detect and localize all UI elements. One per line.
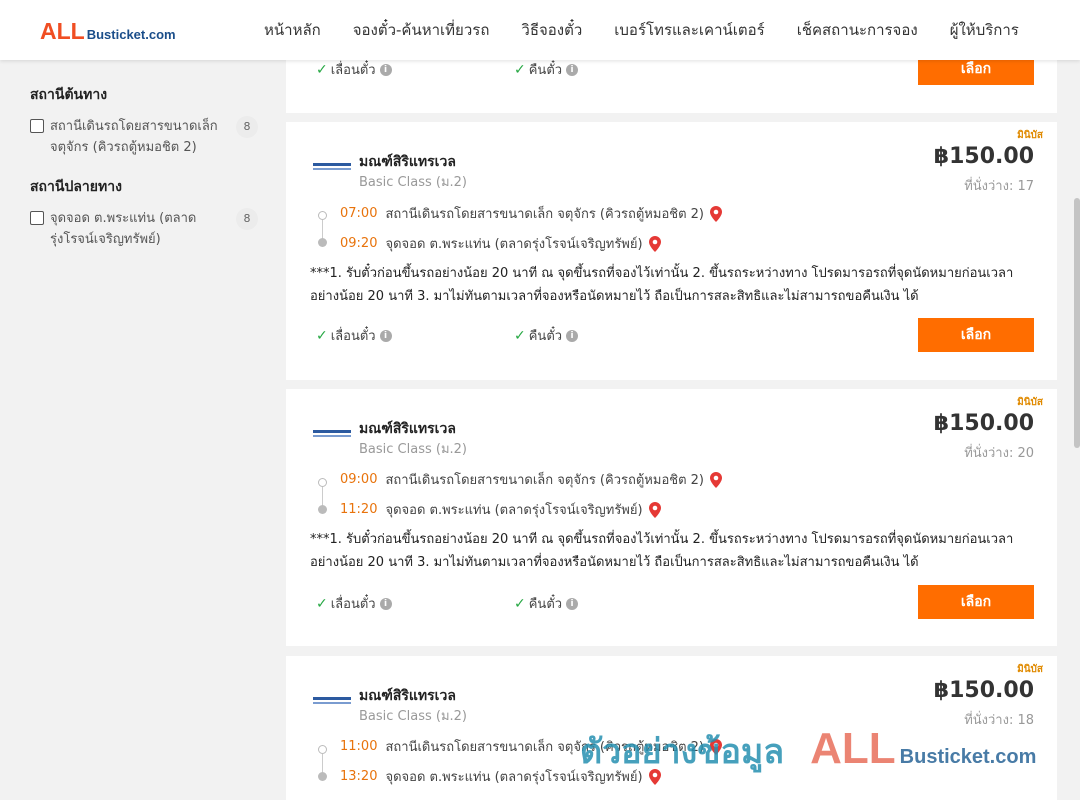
arrival-time: 09:20	[340, 236, 378, 251]
feature-refund-label: คืนตั๋ว	[528, 329, 563, 344]
nav-phone-counter[interactable]: เบอร์โทรและเคาน์เตอร์	[614, 18, 764, 42]
feature-refund: ✓ คืนตั๋ว i	[514, 593, 712, 614]
map-pin-icon[interactable]	[710, 205, 722, 222]
check-icon: ✓	[514, 595, 526, 612]
trip-features: ✓ เลื่อนตั๋ว i ✓ คืนตั๋ว i	[316, 59, 712, 80]
select-trip-button[interactable]: เลือก	[918, 585, 1034, 619]
arrival-time: 13:20	[340, 769, 378, 784]
select-trip-button[interactable]: เลือก	[918, 318, 1034, 352]
page-scrollbar[interactable]	[1072, 60, 1080, 800]
arrival-stop: 11:20 จุดจอด ต.พระแท่น (ตลาดรุ่งโรจน์เจร…	[340, 499, 661, 520]
map-pin-icon[interactable]	[648, 235, 661, 252]
logo-busticket-text: Busticket.com	[86, 27, 176, 42]
trip-features: ✓ เลื่อนตั๋ว i ✓ คืนตั๋ว i	[316, 593, 712, 614]
trip-notice: ***1. รับตั๋วก่อนขึ้นรถอย่างน้อย 20 นาที…	[310, 532, 1014, 570]
watermark-sample-text: ตัวอย่างข้อมูล	[580, 732, 785, 772]
feature-reschedule: ✓ เลื่อนตั๋ว i	[316, 325, 514, 346]
nav-book-search[interactable]: จองตั๋ว-ค้นหาเที่ยวรถ	[353, 18, 490, 42]
operator-name: มณฑ์สิริแทรเวล	[359, 688, 456, 704]
operator-logo	[313, 697, 351, 705]
sample-watermark: ตัวอย่างข้อมูล ALL Busticket.com	[580, 724, 1036, 778]
check-icon: ✓	[514, 61, 526, 78]
departure-time: 11:00	[340, 739, 378, 754]
minibus-badge: มินิบัส	[1017, 130, 1043, 141]
bus-class: Basic Class (ม.2)	[359, 175, 467, 190]
feature-reschedule-label: เลื่อนตั๋ว	[330, 597, 376, 612]
trip-card: มินิบัส มณฑ์สิริแทรเวล Basic Class (ม.2)…	[286, 389, 1057, 646]
feature-refund: ✓ คืนตั๋ว i	[514, 325, 712, 346]
watermark-all-text: ALL	[810, 724, 896, 773]
filter-sidebar: สถานีต้นทาง สถานีเดินรถโดยสารขนาดเล็ก จต…	[30, 60, 258, 250]
destination-checkbox[interactable]	[30, 211, 44, 225]
check-icon: ✓	[316, 327, 328, 344]
top-header: ALL Busticket.com หน้าหลัก จองตั๋ว-ค้นหา…	[0, 0, 1080, 60]
operator-name: มณฑ์สิริแทรเวล	[359, 154, 456, 170]
destination-option-label: จุดจอด ต.พระแท่น (ตลาดรุ่งโรจน์เจริญทรัพ…	[50, 211, 197, 247]
logo-all-text: ALL	[40, 18, 85, 44]
departure-time: 09:00	[340, 472, 378, 487]
departure-station: สถานีเดินรถโดยสารขนาดเล็ก จตุจักร (คิวรถ…	[385, 473, 704, 488]
check-icon: ✓	[514, 327, 526, 344]
seats-available: ที่นั่งว่าง: 17	[964, 179, 1034, 194]
trip-notice: ***1. รับตั๋วก่อนขึ้นรถอย่างน้อย 20 นาที…	[310, 266, 1014, 304]
nav-check-status[interactable]: เช็คสถานะการจอง	[797, 18, 918, 42]
destination-count-badge: 8	[236, 208, 258, 230]
trip-price: ฿150.00	[933, 144, 1034, 169]
arrival-station: จุดจอด ต.พระแท่น (ตลาดรุ่งโรจน์เจริญทรัพ…	[385, 503, 643, 518]
operator-logo	[313, 163, 351, 171]
origin-count-badge: 8	[236, 116, 258, 138]
origin-filter-option[interactable]: สถานีเดินรถโดยสารขนาดเล็ก จตุจักร (คิวรถ…	[30, 116, 258, 158]
nav-how-to-book[interactable]: วิธีจองตั๋ว	[521, 18, 582, 42]
bus-class: Basic Class (ม.2)	[359, 709, 467, 724]
watermark-busticket-text: Busticket.com	[899, 746, 1037, 768]
origin-checkbox[interactable]	[30, 119, 44, 133]
check-icon: ✓	[316, 61, 328, 78]
feature-reschedule-label: เลื่อนตั๋ว	[330, 329, 376, 344]
route-timeline	[318, 211, 328, 247]
trip-features: ✓ เลื่อนตั๋ว i ✓ คืนตั๋ว i	[316, 325, 712, 346]
info-icon[interactable]: i	[379, 597, 392, 610]
feature-reschedule: ✓ เลื่อนตั๋ว i	[316, 593, 514, 614]
arrival-station: จุดจอด ต.พระแท่น (ตลาดรุ่งโรจน์เจริญทรัพ…	[385, 237, 643, 252]
site-logo[interactable]: ALL Busticket.com	[40, 18, 176, 45]
info-icon[interactable]: i	[566, 597, 579, 610]
feature-reschedule: ✓ เลื่อนตั๋ว i	[316, 59, 514, 80]
operator-logo	[313, 430, 351, 438]
bus-class: Basic Class (ม.2)	[359, 442, 467, 457]
trip-price: ฿150.00	[933, 411, 1034, 436]
feature-refund-label: คืนตั๋ว	[528, 597, 563, 612]
departure-stop: 09:00 สถานีเดินรถโดยสารขนาดเล็ก จตุจักร …	[340, 469, 722, 490]
feature-refund: ✓ คืนตั๋ว i	[514, 59, 712, 80]
origin-option-label: สถานีเดินรถโดยสารขนาดเล็ก จตุจักร (คิวรถ…	[50, 119, 218, 155]
origin-filter-title: สถานีต้นทาง	[30, 87, 108, 103]
scrollbar-thumb[interactable]	[1074, 198, 1080, 448]
nav-home[interactable]: หน้าหลัก	[264, 18, 321, 42]
nav-operators[interactable]: ผู้ให้บริการ	[950, 18, 1019, 42]
map-pin-icon[interactable]	[648, 501, 661, 518]
route-timeline	[318, 745, 328, 781]
info-icon[interactable]: i	[566, 63, 579, 76]
operator-name: มณฑ์สิริแทรเวล	[359, 421, 456, 437]
feature-refund-label: คืนตั๋ว	[528, 63, 563, 78]
trip-price: ฿150.00	[933, 678, 1034, 703]
destination-filter-option[interactable]: จุดจอด ต.พระแท่น (ตลาดรุ่งโรจน์เจริญทรัพ…	[30, 208, 258, 250]
route-timeline	[318, 478, 328, 514]
feature-reschedule-label: เลื่อนตั๋ว	[330, 63, 376, 78]
info-icon[interactable]: i	[379, 329, 392, 342]
seats-available: ที่นั่งว่าง: 20	[964, 446, 1034, 461]
destination-filter-title: สถานีปลายทาง	[30, 179, 122, 195]
info-icon[interactable]: i	[379, 63, 392, 76]
departure-stop: 07:00 สถานีเดินรถโดยสารขนาดเล็ก จตุจักร …	[340, 203, 722, 224]
departure-station: สถานีเดินรถโดยสารขนาดเล็ก จตุจักร (คิวรถ…	[385, 207, 704, 222]
departure-time: 07:00	[340, 206, 378, 221]
info-icon[interactable]: i	[566, 329, 579, 342]
arrival-time: 11:20	[340, 502, 378, 517]
minibus-badge: มินิบัส	[1017, 397, 1043, 408]
check-icon: ✓	[316, 595, 328, 612]
main-nav: หน้าหลัก จองตั๋ว-ค้นหาเที่ยวรถ วิธีจองตั…	[248, 0, 1035, 60]
map-pin-icon[interactable]	[710, 471, 722, 488]
arrival-stop: 09:20 จุดจอด ต.พระแท่น (ตลาดรุ่งโรจน์เจร…	[340, 233, 661, 254]
minibus-badge: มินิบัส	[1017, 664, 1043, 675]
trip-card: มินิบัส มณฑ์สิริแทรเวล Basic Class (ม.2)…	[286, 122, 1057, 380]
